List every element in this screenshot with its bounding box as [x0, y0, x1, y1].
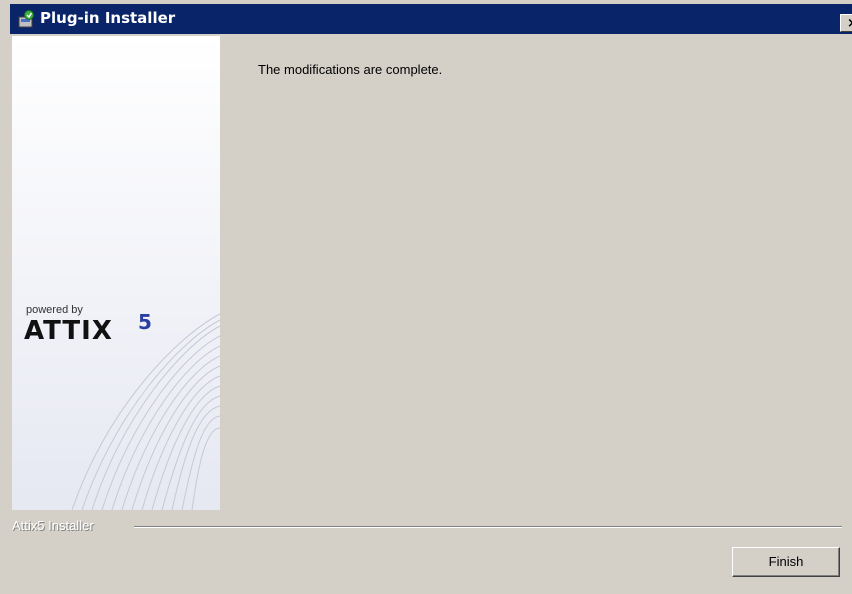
installer-app-icon	[18, 10, 36, 28]
finish-button[interactable]: Finish	[732, 547, 840, 577]
completion-message: The modifications are complete.	[258, 62, 443, 77]
powered-by-label: powered by	[26, 304, 83, 316]
brand-logo: ATTIX	[24, 316, 113, 346]
installer-footer-label: Attix5 Installer	[12, 518, 94, 533]
window-title: Plug-in Installer	[40, 9, 176, 27]
branding-side-panel: powered by ATTIX 5	[12, 36, 220, 510]
close-button[interactable]: ×	[840, 14, 852, 32]
brand-logo-superscript: 5	[138, 310, 152, 334]
title-bar[interactable]: Plug-in Installer ×	[10, 4, 852, 34]
footer-divider	[134, 526, 842, 528]
installer-window: Plug-in Installer ×	[0, 0, 852, 594]
decorative-swirl-graphic	[12, 36, 220, 510]
